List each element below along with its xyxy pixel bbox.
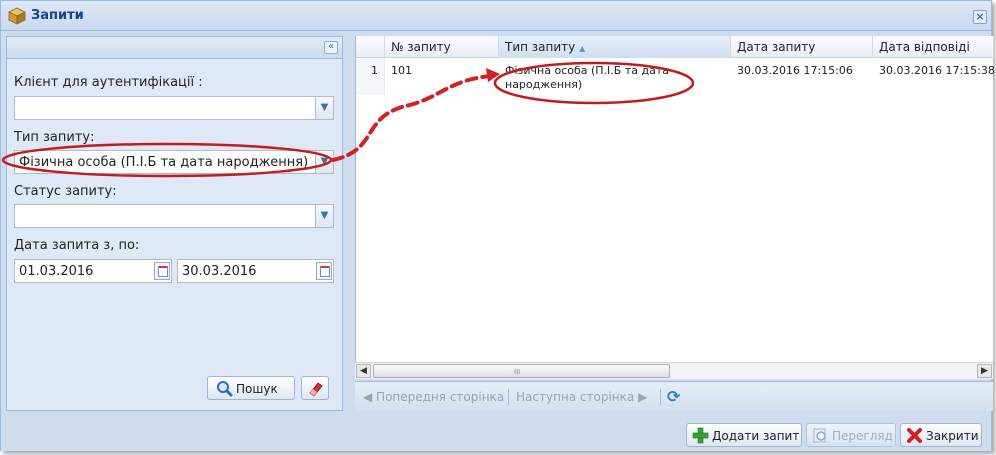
pager-separator <box>660 389 661 405</box>
column-header-label: Тип запиту <box>505 40 576 54</box>
scroll-grip: III <box>514 368 521 376</box>
window-title: Запити <box>31 8 84 23</box>
sort-asc-icon: ▲ <box>579 44 586 53</box>
filter-panel-header: « <box>7 37 342 59</box>
column-header-request-date[interactable]: Дата запиту <box>731 36 873 58</box>
chevron-down-icon[interactable]: ▼ <box>315 205 333 227</box>
magnifier-doc-icon <box>813 428 826 443</box>
row-number-header <box>356 36 385 58</box>
type-label: Тип запиту: <box>14 130 95 145</box>
filter-panel: « Клієнт для аутентифікації : ▼ Тип запи… <box>6 36 343 411</box>
view-button[interactable]: Перегляд <box>806 423 896 447</box>
grid-header: № запиту Тип запиту ▲ Дата запиту Дата в… <box>356 36 994 58</box>
request-no-cell: 101 <box>391 64 412 77</box>
search-icon <box>217 381 233 397</box>
window-footer: Додати запит Перегляд Закрити <box>1 413 991 451</box>
column-header-response-date[interactable]: Дата відповіді <box>873 36 994 58</box>
search-button[interactable]: Пошук <box>207 376 295 400</box>
chevron-down-icon[interactable]: ▼ <box>315 97 333 119</box>
close-button[interactable]: Закрити <box>900 423 982 447</box>
view-label: Перегляд <box>832 429 893 443</box>
column-header-request-no[interactable]: № запиту <box>385 36 499 58</box>
type-value: Фізична особа (П.І.Б та дата народження) <box>19 155 309 170</box>
date-from-field[interactable]: 01.03.2016 <box>14 259 172 283</box>
scroll-left-icon[interactable]: ◀ <box>356 364 371 378</box>
add-request-label: Додати запит <box>712 429 800 443</box>
plus-icon <box>692 427 709 444</box>
row-number: 1 <box>356 59 385 95</box>
calendar-icon[interactable] <box>154 262 170 280</box>
paging-toolbar: ◀ Попередня сторінка Наступна сторінка ▶… <box>355 381 993 411</box>
prev-page-button[interactable]: ◀ Попередня сторінка <box>363 390 504 404</box>
requests-grid: № запиту Тип запиту ▲ Дата запиту Дата в… <box>355 36 994 376</box>
title-bar[interactable]: Запити × <box>1 1 991 31</box>
add-request-button[interactable]: Додати запит <box>686 423 802 447</box>
column-header-type[interactable]: Тип запиту ▲ <box>499 36 731 58</box>
refresh-icon[interactable]: ⟳ <box>667 387 680 406</box>
scroll-right-icon[interactable]: ▶ <box>977 364 992 378</box>
column-header-label: Дата запиту <box>737 40 816 54</box>
clear-filter-button[interactable] <box>301 376 329 400</box>
date-from-value: 01.03.2016 <box>19 264 94 279</box>
pager-separator <box>508 389 509 405</box>
date-range-label: Дата запита з, по: <box>14 238 140 253</box>
date-to-field[interactable]: 30.03.2016 <box>177 259 334 283</box>
response-date-cell: 30.03.2016 17:15:38 <box>879 64 994 77</box>
column-header-label: № запиту <box>391 40 451 54</box>
request-type-line: Фізична особа (П.І.Б та дата <box>505 64 669 77</box>
chevron-down-icon[interactable]: ▼ <box>315 151 333 173</box>
date-to-value: 30.03.2016 <box>182 264 257 279</box>
request-type-cell: Фізична особа (П.І.Б та дата народження) <box>499 59 731 95</box>
close-label: Закрити <box>926 429 979 443</box>
horizontal-scrollbar[interactable]: ◀ III ▶ <box>355 362 993 379</box>
client-combo[interactable]: ▼ <box>14 96 334 120</box>
close-icon[interactable]: × <box>973 10 987 24</box>
request-date-cell: 30.03.2016 17:15:06 <box>737 64 853 77</box>
calendar-icon[interactable] <box>316 262 332 280</box>
table-row[interactable]: 1 101 Фізична особа (П.І.Б та дата народ… <box>356 59 994 95</box>
collapse-panel-icon[interactable]: « <box>324 41 338 54</box>
requests-window: Запити × « Клієнт для аутентифікації : ▼… <box>0 0 994 451</box>
client-label: Клієнт для аутентифікації : <box>14 75 203 90</box>
scroll-thumb[interactable]: III <box>373 364 670 378</box>
search-button-label: Пошук <box>236 382 278 396</box>
eraser-icon <box>309 382 323 397</box>
column-header-label: Дата відповіді <box>879 40 970 54</box>
red-x-icon <box>907 428 922 443</box>
status-combo[interactable]: ▼ <box>14 204 334 228</box>
box-icon <box>8 7 26 25</box>
type-combo[interactable]: Фізична особа (П.І.Б та дата народження)… <box>14 150 334 174</box>
next-page-button[interactable]: Наступна сторінка ▶ <box>516 390 647 404</box>
status-label: Статус запиту: <box>14 184 117 199</box>
request-type-line: народження) <box>505 78 583 91</box>
